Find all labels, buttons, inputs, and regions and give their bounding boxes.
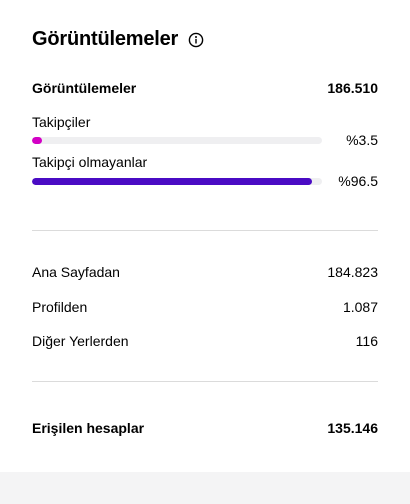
followers-bar-fill [32, 136, 43, 144]
source-label: Ana Sayfadan [32, 264, 120, 280]
views-total-label: Görüntülemeler [32, 80, 137, 96]
followers-bar-row: %3.5 [32, 132, 378, 148]
followers-label: Takipçiler [32, 114, 91, 130]
source-label: Diğer Yerlerden [32, 333, 129, 349]
header: Görüntülemeler [32, 28, 204, 51]
source-row: Ana Sayfadan 184.823 [32, 264, 378, 280]
reached-accounts-value: 135.146 [327, 420, 378, 436]
source-row: Profilden 1.087 [32, 299, 378, 315]
non-followers-bar-track [32, 177, 322, 185]
info-icon[interactable] [188, 32, 204, 48]
source-value: 116 [355, 333, 378, 349]
non-followers-percent: %96.5 [338, 173, 378, 189]
source-row: Diğer Yerlerden 116 [32, 333, 378, 349]
non-followers-bar-row: %96.5 [32, 173, 378, 189]
views-total-value: 186.510 [327, 80, 378, 96]
divider [32, 381, 378, 382]
non-followers-bar-fill [32, 177, 312, 185]
reached-accounts-label: Erişilen hesaplar [32, 420, 145, 436]
followers-percent: %3.5 [346, 132, 378, 148]
views-insights-card: Görüntülemeler Görüntülemeler 186.510 Ta… [0, 0, 410, 472]
followers-bar-track [32, 136, 322, 144]
page-title: Görüntülemeler [32, 28, 179, 50]
source-label: Profilden [32, 299, 88, 315]
non-followers-label: Takipçi olmayanlar [32, 154, 148, 170]
source-value: 184.823 [327, 264, 378, 280]
divider [32, 230, 378, 231]
footer-background [0, 472, 410, 504]
reached-accounts-row: Erişilen hesaplar 135.146 [32, 420, 378, 436]
source-value: 1.087 [342, 299, 378, 315]
views-total-row: Görüntülemeler 186.510 [32, 80, 378, 96]
